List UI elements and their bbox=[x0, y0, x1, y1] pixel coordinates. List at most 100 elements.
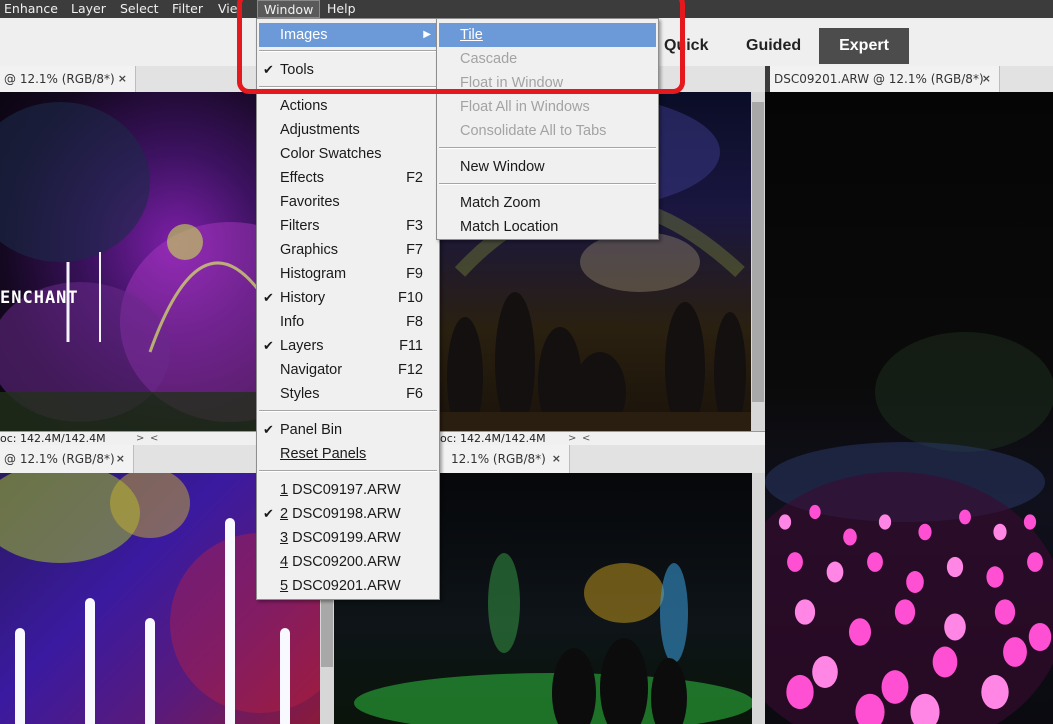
status-bar-top-mid: oc: 142.4M/142.4M > < bbox=[440, 431, 765, 445]
tulip-light bbox=[1027, 552, 1043, 572]
doc-tab-title: 12.1% (RGB/8*) bbox=[451, 452, 546, 466]
tulip-light bbox=[894, 599, 916, 625]
photo-sign-text: ENCHANT bbox=[0, 288, 79, 308]
scrollbar-vertical[interactable] bbox=[751, 92, 765, 431]
tulip-light bbox=[946, 556, 964, 578]
menu-separator bbox=[259, 470, 437, 472]
tulip-light bbox=[918, 523, 932, 541]
tulip-light bbox=[1003, 637, 1027, 667]
mode-guided-tab[interactable]: Guided bbox=[746, 28, 801, 64]
close-icon[interactable]: × bbox=[116, 445, 125, 473]
tulip-light bbox=[1028, 622, 1052, 652]
tulip-light bbox=[906, 571, 924, 593]
menu-item-panel[interactable]: Effects F2 bbox=[259, 166, 437, 190]
menu-item-consolidate[interactable]: Consolidate All to Tabs bbox=[439, 119, 656, 143]
document-name: DSC09201.ARW bbox=[292, 578, 401, 594]
document-number: 4 bbox=[280, 554, 289, 570]
document-number: 3 bbox=[280, 530, 289, 546]
tulip-light bbox=[809, 504, 821, 520]
menu-item-panel-bin[interactable]: ✔ Panel Bin bbox=[259, 418, 437, 442]
shortcut-label: F2 bbox=[406, 170, 423, 186]
chevron-left-icon[interactable]: < bbox=[150, 432, 158, 445]
tulip-light bbox=[959, 509, 971, 525]
tulip-light bbox=[794, 599, 816, 625]
close-icon[interactable]: × bbox=[982, 66, 991, 92]
chevron-right-icon[interactable]: > bbox=[136, 432, 144, 445]
document-name: DSC09200.ARW bbox=[292, 554, 401, 570]
menu-select[interactable]: Select bbox=[120, 0, 159, 18]
tulip-light bbox=[944, 613, 966, 641]
menu-item-reset-panels[interactable]: Reset Panels bbox=[259, 442, 437, 466]
tulip-light bbox=[986, 566, 1004, 588]
shortcut-label: F12 bbox=[398, 362, 423, 378]
document-name: DSC09199.ARW bbox=[292, 530, 401, 546]
menu-item-panel[interactable]: Histogram F9 bbox=[259, 262, 437, 286]
photo-scene bbox=[765, 332, 1053, 724]
tulip-light bbox=[778, 514, 792, 530]
menu-filter[interactable]: Filter bbox=[172, 0, 203, 18]
menu-item-panel[interactable]: Filters F3 bbox=[259, 214, 437, 238]
menu-item-document[interactable]: 1 DSC09197.ARW bbox=[259, 478, 437, 502]
menu-item-document[interactable]: 3 DSC09199.ARW bbox=[259, 526, 437, 550]
shortcut-label: F7 bbox=[406, 242, 423, 258]
shortcut-label: F6 bbox=[406, 386, 423, 402]
menu-item-panel[interactable]: ✔ Layers F11 bbox=[259, 334, 437, 358]
document-number: 1 bbox=[280, 482, 289, 498]
doc-tab-top-left[interactable]: @ 12.1% (RGB/8*) × bbox=[0, 66, 136, 92]
check-icon: ✔ bbox=[263, 338, 274, 353]
menu-separator bbox=[259, 410, 437, 412]
chevron-left-icon[interactable]: < bbox=[582, 432, 590, 445]
mode-expert-tab[interactable]: Expert bbox=[819, 28, 909, 64]
menu-view[interactable]: Vie bbox=[218, 0, 237, 18]
menu-item-panel[interactable]: Info F8 bbox=[259, 310, 437, 334]
tulip-light bbox=[981, 674, 1009, 710]
doc-tab-bottom-mid[interactable]: 12.1% (RGB/8*) × bbox=[440, 445, 570, 473]
menu-item-panel[interactable]: Navigator F12 bbox=[259, 358, 437, 382]
tulip-light bbox=[787, 552, 803, 572]
doc-tab-bottom-left[interactable]: @ 12.1% (RGB/8*) × bbox=[0, 445, 134, 473]
document-name: DSC09198.ARW bbox=[292, 506, 401, 522]
doc-tab-title: @ 12.1% (RGB/8*) bbox=[4, 452, 115, 466]
menu-item-panel[interactable]: Styles F6 bbox=[259, 382, 437, 406]
check-icon: ✔ bbox=[263, 290, 274, 305]
close-icon[interactable]: × bbox=[552, 445, 561, 473]
menu-enhance[interactable]: Enhance bbox=[4, 0, 58, 18]
tulip-light bbox=[993, 523, 1007, 541]
menu-item-match-location[interactable]: Match Location bbox=[439, 215, 656, 239]
menu-separator bbox=[439, 147, 656, 149]
doc-size-text: oc: 142.4M/142.4M bbox=[440, 432, 546, 445]
menu-item-panel[interactable]: ✔ History F10 bbox=[259, 286, 437, 310]
menu-item-document[interactable]: 4 DSC09200.ARW bbox=[259, 550, 437, 574]
tulip-light bbox=[812, 656, 838, 688]
document-number: 2 bbox=[280, 506, 289, 522]
doc-tab-top-right[interactable]: DSC09201.ARW @ 12.1% (RGB/8*) × bbox=[770, 66, 1000, 92]
shortcut-label: F8 bbox=[406, 314, 423, 330]
tulip-light bbox=[881, 670, 909, 704]
menu-item-panel[interactable]: Favorites bbox=[259, 190, 437, 214]
close-icon[interactable]: × bbox=[118, 66, 127, 92]
photo-tulip-lights bbox=[765, 92, 1053, 724]
menu-item-panel[interactable]: Graphics F7 bbox=[259, 238, 437, 262]
status-bar-top-left: oc: 142.4M/142.4M > < bbox=[0, 431, 258, 445]
scrollbar-vertical[interactable] bbox=[752, 473, 765, 724]
tulip-light bbox=[848, 618, 872, 646]
window-menu: Images ▶ ✔ Tools Actions Adjustments Color… bbox=[256, 18, 440, 600]
shortcut-label: F9 bbox=[406, 266, 423, 282]
doc-size-text: oc: 142.4M/142.4M bbox=[0, 432, 106, 445]
chevron-right-icon[interactable]: > bbox=[568, 432, 576, 445]
shortcut-label: F3 bbox=[406, 218, 423, 234]
tulip-light bbox=[994, 599, 1016, 625]
menu-item-panel[interactable]: Adjustments bbox=[259, 118, 437, 142]
tulip-light bbox=[932, 646, 958, 678]
menu-item-float-all[interactable]: Float All in Windows bbox=[439, 95, 656, 119]
tulip-light bbox=[867, 552, 883, 572]
menu-item-new-window[interactable]: New Window bbox=[439, 155, 656, 179]
menu-item-document[interactable]: ✔ 2 DSC09198.ARW bbox=[259, 502, 437, 526]
menu-item-document[interactable]: 5 DSC09201.ARW bbox=[259, 574, 437, 598]
scrollbar-thumb[interactable] bbox=[752, 102, 764, 402]
menu-item-match-zoom[interactable]: Match Zoom bbox=[439, 191, 656, 215]
menu-item-panel[interactable]: Actions bbox=[259, 94, 437, 118]
menu-layer[interactable]: Layer bbox=[71, 0, 106, 18]
menu-item-panel[interactable]: Color Swatches bbox=[259, 142, 437, 166]
doc-tab-title: @ 12.1% (RGB/8*) bbox=[4, 72, 115, 86]
